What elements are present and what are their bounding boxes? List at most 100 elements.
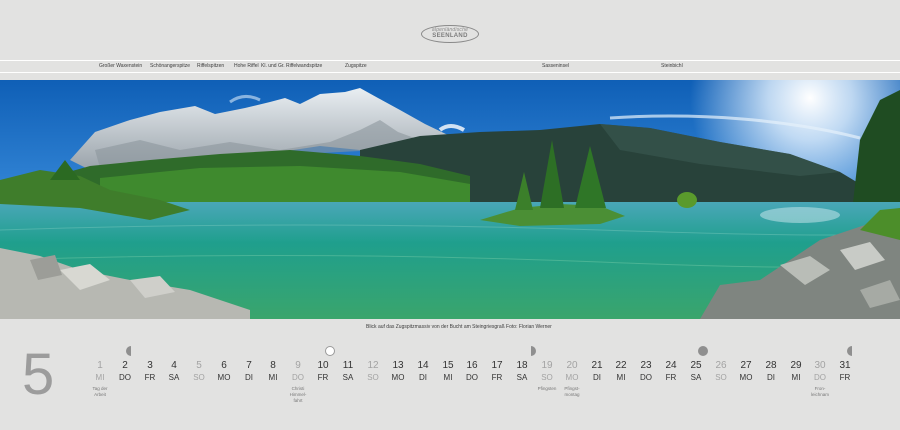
peak-label: Schönangerspitze <box>150 63 191 69</box>
day-column: 18 SA <box>510 360 534 383</box>
holiday-label: Pfingst-montag <box>564 386 580 397</box>
weekday: MO <box>217 373 231 382</box>
day-number: 17 <box>491 360 503 371</box>
day-column: 2 DO <box>113 360 137 383</box>
publisher-logo: alpenländische SEENLAND <box>421 25 479 43</box>
weekday: FR <box>665 373 677 382</box>
weekday: FR <box>839 373 851 382</box>
holiday-label: Tag der Arbeit <box>92 386 108 397</box>
peak-label: Hohe Riffel <box>234 63 259 69</box>
lake-panorama-photo <box>0 80 900 319</box>
day-column: 4 SA <box>162 360 186 383</box>
weekday: MI <box>443 373 453 382</box>
day-number: 13 <box>392 360 404 371</box>
label-strip-bottom-rule <box>0 72 900 73</box>
weekday: DI <box>767 373 775 382</box>
day-number: 22 <box>615 360 627 371</box>
day-number: 11 <box>342 360 354 371</box>
day-number: 29 <box>790 360 802 371</box>
day-column: 15 MI <box>436 360 460 383</box>
weekday: DO <box>119 373 131 382</box>
day-column: 30 DO Fron-leichnam <box>808 360 832 398</box>
peak-label: Steinbichl <box>661 63 683 69</box>
day-column: 21 DI <box>585 360 609 383</box>
weekday: MI <box>791 373 801 382</box>
day-column: 7 DI <box>237 360 261 383</box>
weekday: MO <box>391 373 405 382</box>
moon-full-icon <box>325 346 335 356</box>
weekday: FR <box>491 373 503 382</box>
day-number: 23 <box>640 360 652 371</box>
day-column: 16 DO <box>460 360 484 383</box>
day-number: 14 <box>417 360 429 371</box>
day-number: 18 <box>516 360 528 371</box>
day-column: 10 FR <box>311 360 335 383</box>
day-number: 5 <box>196 360 202 371</box>
day-column: 6 MO <box>212 360 236 383</box>
day-number: 24 <box>665 360 677 371</box>
day-column: 1 MI Tag der Arbeit <box>88 360 112 398</box>
peak-label: Zugspitze <box>345 63 367 69</box>
weekday: MI <box>95 373 105 382</box>
day-number: 7 <box>246 360 252 371</box>
day-number: 31 <box>839 360 851 371</box>
day-number: 6 <box>221 360 227 371</box>
weekday: DI <box>245 373 253 382</box>
weekday: MI <box>268 373 278 382</box>
day-column: 3 FR <box>138 360 162 383</box>
weekday: SA <box>690 373 702 382</box>
peak-label: Großer Waxenstein <box>99 63 143 69</box>
weekday: SO <box>541 373 553 382</box>
weekday: SO <box>193 373 205 382</box>
day-column: 11 SA <box>336 360 360 383</box>
day-number: 20 <box>566 360 578 371</box>
weekday: FR <box>317 373 329 382</box>
weekday: MI <box>616 373 626 382</box>
day-column: 20 MO Pfingst-montag <box>560 360 584 398</box>
moon-half-right-icon <box>526 346 536 356</box>
day-number: 15 <box>442 360 454 371</box>
day-column: 5 SO <box>187 360 211 383</box>
day-column: 31 FR <box>833 360 857 383</box>
day-column: 25 SA <box>684 360 708 383</box>
day-number: 4 <box>171 360 177 371</box>
holiday-label: Christi Himmel-fahrt <box>289 386 307 403</box>
day-number: 3 <box>147 360 153 371</box>
peak-label: Riffelspitzen <box>197 63 225 69</box>
day-column: 29 MI <box>784 360 808 383</box>
day-column: 26 SO <box>709 360 733 383</box>
day-number: 8 <box>270 360 276 371</box>
day-number: 26 <box>715 360 727 371</box>
day-column: 27 MO <box>734 360 758 383</box>
weekday: SA <box>342 373 354 382</box>
day-number: 2 <box>122 360 128 371</box>
day-number: 12 <box>367 360 379 371</box>
day-number: 30 <box>814 360 826 371</box>
weekday: DI <box>593 373 601 382</box>
day-number: 21 <box>591 360 603 371</box>
weekday: DO <box>292 373 304 382</box>
day-column: 13 MO <box>386 360 410 383</box>
day-column: 23 DO <box>634 360 658 383</box>
peak-label: Kl. und Gr. Riffelwandspitze <box>261 63 323 69</box>
day-number: 9 <box>295 360 301 371</box>
holiday-label: Pfingsten <box>537 386 557 391</box>
day-number: 1 <box>97 360 103 371</box>
moon-half-left-icon <box>126 346 136 356</box>
peak-label: Sasseninsel <box>542 63 569 69</box>
day-column: 24 FR <box>659 360 683 383</box>
weekday: DO <box>466 373 478 382</box>
photo-caption: Blick auf das Zugspitzmassiv von der Buc… <box>366 324 552 330</box>
day-number: 10 <box>317 360 329 371</box>
day-column: 22 MI <box>609 360 633 383</box>
day-number: 27 <box>740 360 752 371</box>
moon-new-icon <box>698 346 708 356</box>
label-strip-top-rule <box>0 60 900 61</box>
day-number: 16 <box>466 360 478 371</box>
day-number: 28 <box>765 360 777 371</box>
day-column: 14 DI <box>411 360 435 383</box>
weekday: SA <box>168 373 180 382</box>
weekday: SO <box>367 373 379 382</box>
weekday: DO <box>814 373 826 382</box>
day-number: 25 <box>690 360 702 371</box>
